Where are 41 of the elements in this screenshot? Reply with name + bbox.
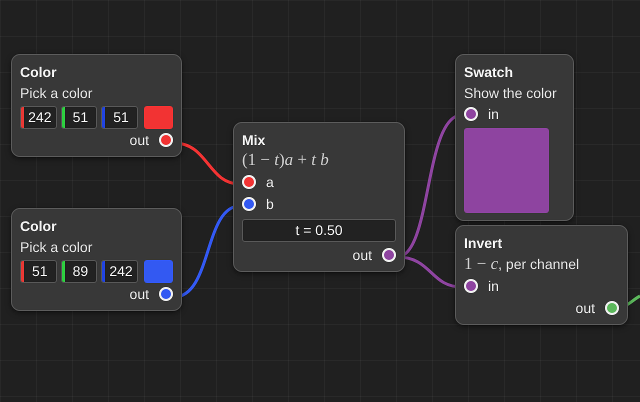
- node-card[interactable]: Color Pick a color 51 89 242 out: [11, 208, 182, 311]
- port-label: in: [488, 276, 499, 296]
- number-field[interactable]: 51: [20, 260, 57, 283]
- node-subtitle: Pick a color: [20, 84, 94, 103]
- node-title: Color: [20, 63, 58, 81]
- port-handle[interactable]: [464, 279, 478, 293]
- number-field[interactable]: 51: [60, 106, 98, 129]
- number-field[interactable]: 89: [60, 260, 98, 283]
- number-field[interactable]: 51: [101, 106, 138, 129]
- node-subtitle: Show the color: [464, 84, 558, 103]
- port-label: a: [266, 172, 274, 192]
- formula: (1 − t)a + t b: [242, 149, 330, 171]
- node-title: Color: [20, 217, 58, 235]
- number-field[interactable]: 242: [20, 106, 57, 129]
- port-handle[interactable]: [464, 107, 478, 121]
- port-label: out: [576, 298, 595, 318]
- port-handle[interactable]: [242, 175, 256, 189]
- node-title: Mix: [242, 131, 266, 149]
- port-handle[interactable]: [605, 301, 619, 315]
- port-label: in: [488, 104, 499, 124]
- node-subtitle: Pick a color: [20, 238, 94, 257]
- node-subtitle: , per channel: [498, 255, 580, 274]
- node-card[interactable]: Invert 1 − c, per channel in out: [455, 225, 628, 325]
- node-card[interactable]: Color Pick a color 242 51 51 out: [11, 54, 182, 157]
- node-title: Swatch: [464, 63, 514, 81]
- port-handle[interactable]: [159, 133, 173, 147]
- port-handle[interactable]: [159, 287, 173, 301]
- port-label: b: [266, 194, 274, 214]
- port-handle[interactable]: [382, 248, 396, 262]
- port-label: out: [130, 284, 149, 304]
- number-field[interactable]: 242: [101, 260, 138, 283]
- color-swatch[interactable]: [144, 260, 173, 283]
- node-title: Invert: [464, 234, 504, 252]
- formula: 1 − c: [464, 253, 498, 275]
- port-handle[interactable]: [242, 197, 256, 211]
- node-card[interactable]: Swatch Show the color in: [455, 54, 574, 221]
- value-field[interactable]: t = 0.50: [242, 219, 396, 242]
- node-card[interactable]: Mix (1 − t)a + t b a b t = 0.50 out: [233, 122, 405, 272]
- port-label: out: [130, 130, 149, 150]
- port-label: out: [352, 246, 372, 264]
- color-swatch[interactable]: [144, 106, 173, 129]
